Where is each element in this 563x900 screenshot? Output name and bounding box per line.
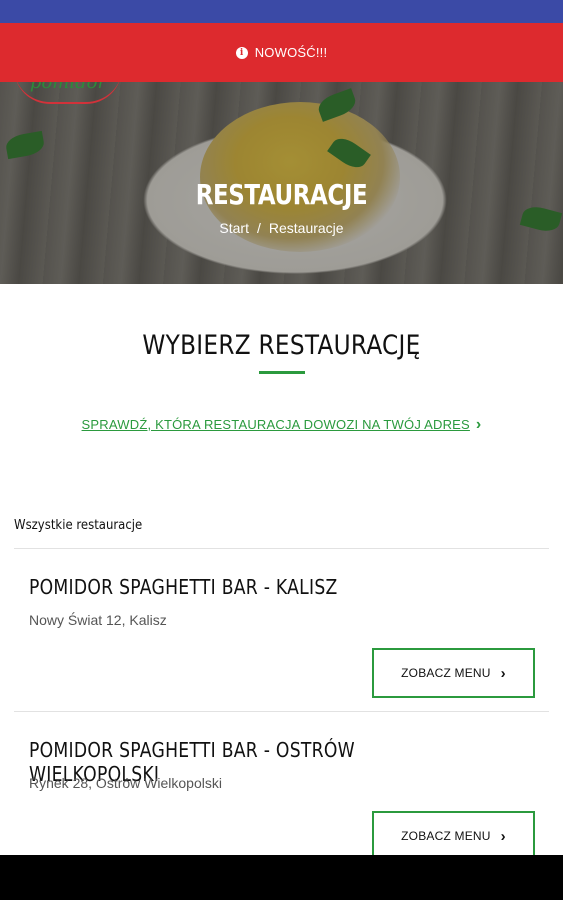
chevron-right-icon: › <box>500 827 506 845</box>
breadcrumb-separator: / <box>256 220 261 236</box>
chevron-right-icon: › <box>475 416 482 433</box>
status-bar <box>0 0 563 23</box>
banner-label: NOWOŚĆ!!! <box>254 45 328 60</box>
check-delivery-label: SPRAWDŹ, KTÓRA RESTAURACJA DOWOZI NA TWÓ… <box>81 417 470 432</box>
restaurant-address: Nowy Świat 12, Kalisz <box>29 612 167 628</box>
restaurant-address: Rynek 28, Ostrów Wielkopolski <box>29 775 222 791</box>
breadcrumb: Start / Restauracje <box>0 220 563 236</box>
view-menu-button[interactable]: ZOBACZ MENU › <box>372 648 535 698</box>
chevron-right-icon: › <box>500 664 506 682</box>
view-menu-label: ZOBACZ MENU <box>401 666 491 680</box>
info-icon: i <box>235 46 248 59</box>
restaurant-name: POMIDOR SPAGHETTI BAR - KALISZ <box>29 575 338 599</box>
page-title: RESTAURACJE <box>195 178 368 211</box>
breadcrumb-home-link[interactable]: Start <box>219 220 249 236</box>
divider <box>14 548 549 549</box>
section-title: WYBIERZ RESTAURACJĘ <box>142 330 421 361</box>
navigation-bar <box>0 855 563 900</box>
breadcrumb-current: Restauracje <box>268 220 344 236</box>
news-banner[interactable]: i NOWOŚĆ!!! <box>0 23 563 82</box>
view-menu-button[interactable]: ZOBACZ MENU › <box>372 811 535 861</box>
divider <box>14 711 549 712</box>
all-restaurants-label: Wszystkie restauracje <box>14 518 143 533</box>
title-underline <box>259 371 305 374</box>
view-menu-label: ZOBACZ MENU <box>401 829 491 843</box>
check-delivery-link[interactable]: SPRAWDŹ, KTÓRA RESTAURACJA DOWOZI NA TWÓ… <box>0 416 563 434</box>
